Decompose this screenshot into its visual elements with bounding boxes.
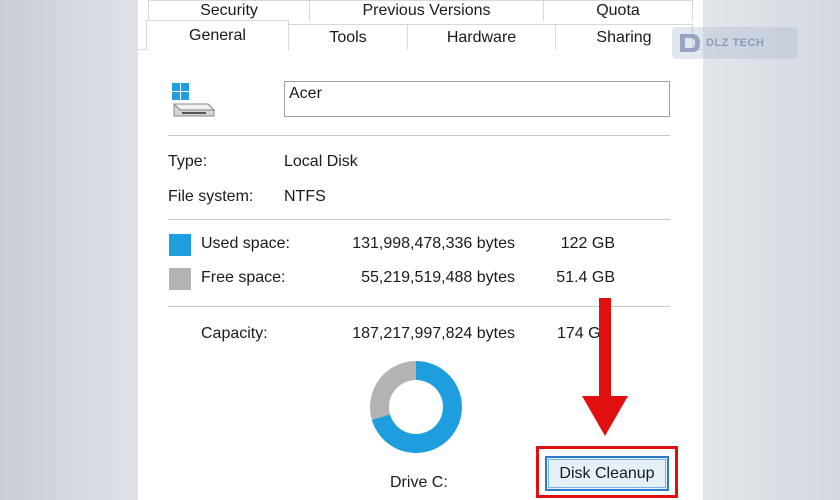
background-right xyxy=(703,0,840,500)
tab-tools[interactable]: Tools xyxy=(288,24,408,50)
tab-row-front: General Tools Hardware Sharing xyxy=(138,20,703,51)
drive-name-input[interactable] xyxy=(284,81,670,117)
free-space-swatch xyxy=(169,268,191,290)
tab-row-back: Security Previous Versions Quota xyxy=(148,0,693,21)
file-system-value: NTFS xyxy=(284,188,326,205)
file-system-label: File system: xyxy=(168,188,254,205)
tab-quota[interactable]: Quota xyxy=(543,0,693,21)
separator xyxy=(168,219,670,220)
free-space-bytes: 55,219,519,488 bytes xyxy=(361,269,515,286)
dlz-logo-icon xyxy=(680,34,700,52)
type-value: Local Disk xyxy=(284,153,358,170)
capacity-label: Capacity: xyxy=(201,325,268,342)
watermark-text: DLZ TECH xyxy=(706,37,765,49)
disk-cleanup-button[interactable]: Disk Cleanup xyxy=(545,456,669,491)
used-space-bytes: 131,998,478,336 bytes xyxy=(352,235,515,252)
free-space-size: 51.4 GB xyxy=(556,269,615,286)
drive-label: Drive C: xyxy=(390,474,448,491)
free-space-label: Free space: xyxy=(201,269,286,286)
red-arrow-annotation xyxy=(582,298,628,436)
tab-general[interactable]: General xyxy=(146,20,289,51)
separator xyxy=(168,135,670,136)
type-label: Type: xyxy=(168,153,208,170)
donut-free-segment xyxy=(370,361,416,420)
capacity-bytes: 187,217,997,824 bytes xyxy=(352,325,515,342)
usage-donut-chart xyxy=(370,361,462,453)
tab-security[interactable]: Security xyxy=(148,0,310,21)
used-space-swatch xyxy=(169,234,191,256)
used-space-label: Used space: xyxy=(201,235,290,252)
background-left xyxy=(0,0,138,500)
watermark-logo: DLZ TECH xyxy=(672,27,798,59)
windows-drive-icon xyxy=(172,83,216,117)
used-space-size: 122 GB xyxy=(560,235,615,252)
tab-previous-versions[interactable]: Previous Versions xyxy=(309,0,544,21)
tab-hardware[interactable]: Hardware xyxy=(407,24,556,50)
